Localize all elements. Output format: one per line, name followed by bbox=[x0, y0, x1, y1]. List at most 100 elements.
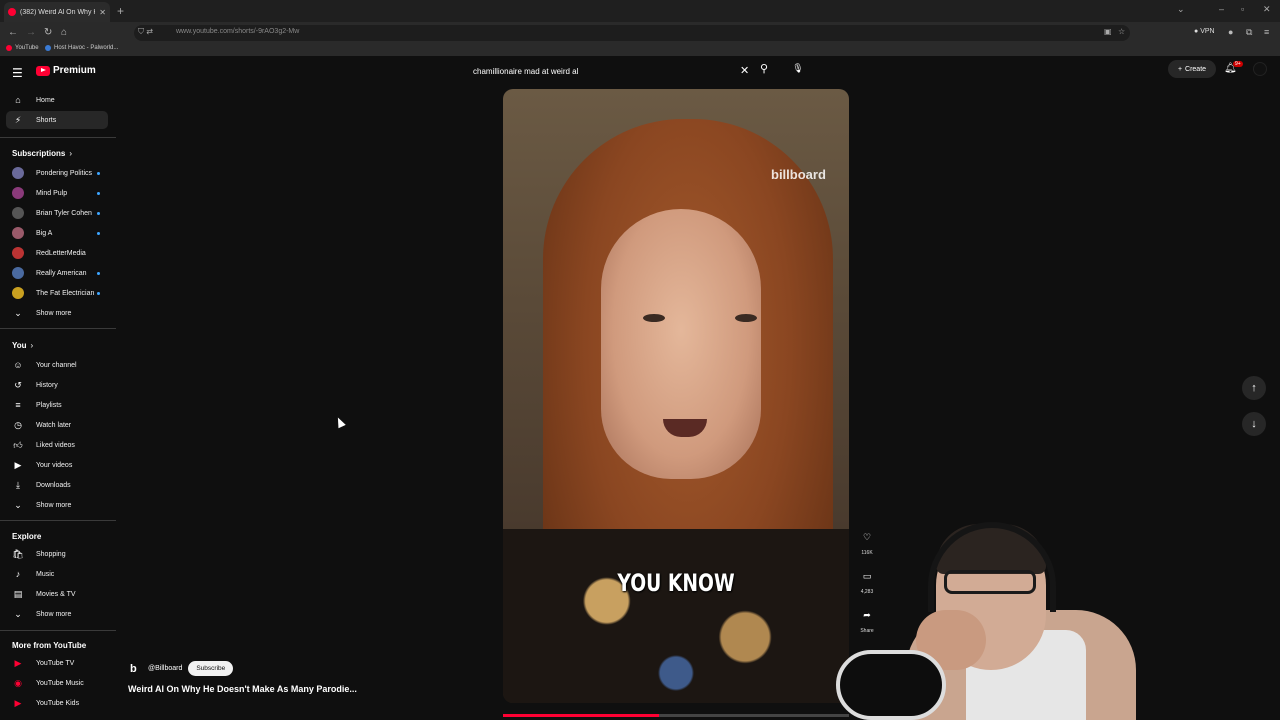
video-progress-bar[interactable] bbox=[503, 714, 849, 717]
sidebar-item-youtube-kids[interactable]: ▶ YouTube Kids bbox=[6, 694, 108, 712]
reader-icon[interactable]: ▣ bbox=[1104, 27, 1112, 36]
sidebar-item-movies-tv[interactable]: ▤ Movies & TV bbox=[6, 585, 108, 603]
youtube-favicon-icon bbox=[8, 8, 16, 16]
sidebar-item-your-videos[interactable]: ▶ Your videos bbox=[6, 456, 108, 474]
reload-icon[interactable]: ↻ bbox=[44, 27, 52, 38]
youtube-tv-icon: ▶ bbox=[14, 657, 22, 668]
previous-short-button[interactable]: ↑ bbox=[1242, 376, 1266, 400]
youtube-kids-icon: ▶ bbox=[14, 697, 22, 708]
new-content-dot bbox=[97, 212, 100, 215]
subscriptions-show-more[interactable]: ⌄ Show more bbox=[6, 304, 108, 322]
sidebar-item-shopping[interactable]: 🛍︎ Shopping bbox=[6, 545, 108, 563]
bookmark-youtube[interactable]: YouTube bbox=[6, 45, 39, 51]
sidebar-sub-mind-pulp[interactable]: Mind Pulp bbox=[6, 184, 108, 202]
sidebar-item-playlists[interactable]: ≡ Playlists bbox=[6, 396, 108, 414]
youtube-music-icon: ◉ bbox=[14, 677, 22, 688]
extensions-icon[interactable]: ⧉ bbox=[1246, 27, 1252, 38]
youtube-premium-logo[interactable]: Premium bbox=[36, 65, 96, 76]
more-from-youtube-heading: More from YouTube bbox=[12, 641, 87, 650]
history-icon: ↺ bbox=[14, 379, 22, 390]
you-show-more[interactable]: ⌄ Show more bbox=[6, 496, 108, 514]
sidebar-item-shorts[interactable]: ⚡︎ Shorts bbox=[6, 111, 108, 129]
chevron-down-icon: ⌄ bbox=[14, 608, 22, 619]
sidebar-item-home[interactable]: ⌂ Home bbox=[6, 91, 108, 109]
explore-heading: Explore bbox=[12, 532, 42, 541]
home-icon[interactable]: ⌂ bbox=[61, 27, 67, 38]
video-title[interactable]: Weird Al On Why He Doesn't Make As Many … bbox=[128, 684, 357, 694]
sidebar-sub-pondering-politics[interactable]: Pondering Politics bbox=[6, 164, 108, 182]
music-note-icon: ♪ bbox=[15, 569, 21, 579]
forward-icon[interactable]: → bbox=[26, 27, 36, 38]
address-bar[interactable]: ⛉ ⇄ www.youtube.com/shorts/-9rAO3g2-Mw ▣… bbox=[134, 25, 1130, 41]
billboard-channel-icon[interactable]: b bbox=[130, 663, 142, 675]
video-frame-eye bbox=[735, 314, 757, 322]
billboard-watermark: billboard bbox=[771, 167, 826, 182]
browser-toolbar: ← → ↻ ⌂ ⛉ ⇄ www.youtube.com/shorts/-9rAO… bbox=[0, 22, 1280, 44]
subscriptions-heading[interactable]: Subscriptions › bbox=[12, 149, 72, 158]
sidebar-sub-big-a[interactable]: Big A bbox=[6, 224, 108, 242]
hamburger-menu-icon[interactable]: ☰ bbox=[12, 66, 23, 80]
maximize-icon[interactable]: ▫ bbox=[1241, 4, 1244, 14]
divider bbox=[0, 137, 116, 138]
chevron-down-icon: ⌄ bbox=[14, 307, 22, 318]
download-icon: ⤓ bbox=[16, 479, 20, 490]
back-icon[interactable]: ← bbox=[8, 27, 18, 38]
you-heading[interactable]: You › bbox=[12, 341, 33, 350]
bookmark-host-havoc[interactable]: Host Havoc - Palworld... bbox=[45, 45, 118, 51]
sidebar-item-liked-videos[interactable]: 👍︎ Liked videos bbox=[6, 436, 108, 454]
arrow-up-icon: ↑ bbox=[1251, 382, 1257, 394]
close-tab-icon[interactable]: ✕ bbox=[99, 8, 106, 17]
channel-handle[interactable]: @Billboard bbox=[148, 665, 182, 672]
next-short-button[interactable]: ↓ bbox=[1242, 412, 1266, 436]
search-icon[interactable]: ⚲ bbox=[760, 62, 768, 75]
sidebar-sub-brian-tyler-cohen[interactable]: Brian Tyler Cohen bbox=[6, 204, 108, 222]
sidebar-item-history[interactable]: ↺ History bbox=[6, 376, 108, 394]
divider bbox=[0, 630, 116, 631]
sidebar-sub-really-american[interactable]: Really American bbox=[6, 264, 108, 282]
explore-show-more[interactable]: ⌄ Show more bbox=[6, 605, 108, 623]
mouse-cursor-icon bbox=[334, 415, 346, 429]
webcam-headset bbox=[928, 522, 1056, 612]
new-tab-icon[interactable]: + bbox=[117, 4, 124, 18]
your-channel-icon: ☺ bbox=[13, 360, 23, 370]
profile-icon[interactable]: ● bbox=[1228, 27, 1233, 37]
browser-tab-bar: (382) Weird Al On Why He Doe ✕ + ⌄ – ▫ ✕ bbox=[0, 0, 1280, 22]
sidebar-item-downloads[interactable]: ⤓ Downloads bbox=[6, 476, 108, 494]
create-button[interactable]: + Create bbox=[1168, 60, 1216, 78]
voice-search-icon[interactable]: 🎙︎ bbox=[790, 60, 806, 76]
sidebar-item-youtube-tv[interactable]: ▶ YouTube TV bbox=[6, 654, 108, 672]
channel-avatar bbox=[12, 287, 24, 299]
bookmark-star-icon[interactable]: ☆ bbox=[1118, 27, 1125, 36]
film-icon: ▤ bbox=[13, 588, 23, 599]
minimize-icon[interactable]: – bbox=[1219, 4, 1224, 14]
sidebar-item-youtube-music[interactable]: ◉ YouTube Music bbox=[6, 674, 108, 692]
clear-search-icon[interactable]: ✕ bbox=[740, 64, 749, 77]
tab-search-icon[interactable]: ⌄ bbox=[1177, 4, 1185, 15]
sidebar-sub-the-fat-electrician[interactable]: The Fat Electrician bbox=[6, 284, 108, 302]
chevron-right-icon: › bbox=[69, 149, 73, 158]
search-input[interactable]: chamillionaire mad at weird al ✕ bbox=[464, 60, 754, 82]
new-content-dot bbox=[97, 192, 100, 195]
subscribe-button[interactable]: Subscribe bbox=[188, 661, 234, 676]
browser-tab[interactable]: (382) Weird Al On Why He Doe ✕ bbox=[4, 2, 110, 22]
sidebar-item-music[interactable]: ♪ Music bbox=[6, 565, 108, 583]
vpn-button[interactable]: ● VPN bbox=[1194, 28, 1215, 35]
window-close-icon[interactable]: ✕ bbox=[1263, 4, 1271, 15]
account-avatar[interactable] bbox=[1253, 62, 1267, 76]
divider bbox=[0, 328, 116, 329]
tab-title: (382) Weird Al On Why He Doe bbox=[20, 8, 95, 16]
bookmarks-bar: YouTube Host Havoc - Palworld... bbox=[0, 44, 1280, 56]
your-videos-icon: ▶ bbox=[14, 459, 22, 470]
sidebar-sub-redlettermedia[interactable]: RedLetterMedia bbox=[6, 244, 108, 262]
channel-avatar bbox=[12, 247, 24, 259]
menu-icon[interactable]: ≡ bbox=[1264, 27, 1269, 37]
sidebar-item-your-channel[interactable]: ☺ Your channel bbox=[6, 356, 108, 374]
logo-text: Premium bbox=[53, 65, 96, 76]
shorts-video-player[interactable]: billboard YOU KNOW bbox=[503, 89, 849, 703]
new-content-dot bbox=[97, 232, 100, 235]
channel-avatar bbox=[12, 207, 24, 219]
chevron-down-icon: ⌄ bbox=[14, 499, 22, 510]
vpn-label: VPN bbox=[1200, 28, 1215, 35]
sidebar-item-watch-later[interactable]: ◷ Watch later bbox=[6, 416, 108, 434]
site-info-icon[interactable]: ⛉ ⇄ bbox=[138, 27, 153, 37]
